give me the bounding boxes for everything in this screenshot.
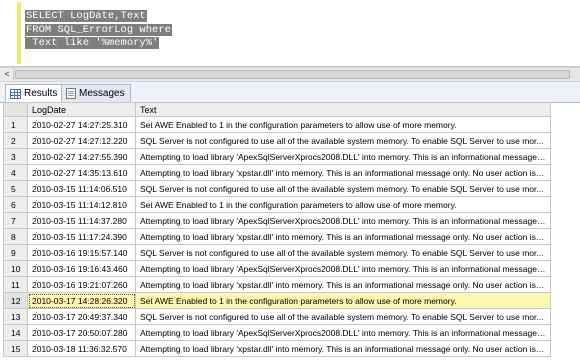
table-row[interactable]: 12 2010-03-17 14:28:26.320 Set AWE Enabled… xyxy=(3,292,551,309)
text-cell[interactable]: Set AWE Enabled to 1 in the configuratio… xyxy=(135,292,551,309)
row-number-cell[interactable]: 4 xyxy=(3,164,28,181)
tab-results-label: Results xyxy=(24,88,58,99)
tab-messages-label: Messages xyxy=(79,87,125,99)
text-cell[interactable]: Attempting to load library 'xpstar.dll' … xyxy=(135,340,551,357)
code-line: FROM SQL_ErrorLog where xyxy=(25,23,172,36)
logdate-cell[interactable]: 2010-02-27 14:27:12.220 xyxy=(27,132,136,149)
messages-icon xyxy=(66,88,76,99)
tab-results[interactable]: Results xyxy=(5,84,64,103)
text-cell[interactable]: Attempting to load library 'ApexSqlServe… xyxy=(135,212,551,229)
row-number-cell[interactable]: 1 xyxy=(3,116,28,133)
row-number-cell[interactable]: 11 xyxy=(3,276,28,293)
text-cell[interactable]: Attempting to load library 'xpstar.dll' … xyxy=(135,228,551,245)
logdate-cell[interactable]: 2010-03-15 11:17:24.390 xyxy=(27,228,136,245)
logdate-cell[interactable]: 2010-03-15 11:14:12.810 xyxy=(27,196,136,213)
logdate-cell[interactable]: 2010-03-15 11:14:06.510 xyxy=(27,180,136,197)
text-cell[interactable]: Set AWE Enabled to 1 in the configuratio… xyxy=(135,196,551,213)
table-row[interactable]: 5 2010-03-15 11:14:06.510 SQL Server is no… xyxy=(3,180,551,197)
row-number-cell[interactable]: 10 xyxy=(3,260,28,277)
text-cell[interactable]: Set AWE Enabled to 1 in the configuratio… xyxy=(135,116,551,133)
table-row[interactable]: 13 2010-03-17 20:49:37.340 SQL Server is n… xyxy=(3,308,551,325)
row-number-cell[interactable]: 14 xyxy=(3,324,28,341)
scroll-thumb[interactable] xyxy=(15,70,570,79)
row-number-cell[interactable]: 9 xyxy=(3,244,28,261)
text-cell[interactable]: Attempting to load library 'xpstar.dll' … xyxy=(135,276,551,293)
table-row[interactable]: 1 2010-02-27 14:27:25.310 Set AWE Enabled … xyxy=(3,116,551,133)
row-number-cell[interactable]: 7 xyxy=(3,212,28,229)
tab-messages[interactable]: Messages xyxy=(61,84,131,102)
column-header-logdate[interactable]: LogDate xyxy=(27,102,136,117)
table-row[interactable]: 3 2010-02-27 14:27:55.390 Attempting to lo… xyxy=(3,148,551,165)
result-tabs: Results Messages xyxy=(0,82,580,103)
logdate-cell[interactable]: 2010-02-27 14:27:55.390 xyxy=(27,148,136,165)
text-cell[interactable]: SQL Server is not configured to use all … xyxy=(135,132,551,149)
table-row[interactable]: 6 2010-03-15 11:14:12.810 Set AWE Enabled … xyxy=(3,196,551,213)
changed-lines-marker xyxy=(17,2,21,64)
text-cell[interactable]: Attempting to load library 'ApexSqlServe… xyxy=(135,324,551,341)
column-header-text[interactable]: Text xyxy=(135,102,551,117)
logdate-cell[interactable]: 2010-02-27 14:35:13.610 xyxy=(27,164,136,181)
table-row[interactable]: 7 2010-03-15 11:14:37.280 Attempting to lo… xyxy=(3,212,551,229)
text-cell[interactable]: Attempting to load library 'ApexSqlServe… xyxy=(135,260,551,277)
table-row[interactable]: 8 2010-03-15 11:17:24.390 Attempting to lo… xyxy=(3,228,551,245)
table-row[interactable]: 4 2010-02-27 14:35:13.610 Attempting to lo… xyxy=(3,164,551,181)
table-row[interactable]: 14 2010-03-17 20:50:07.280 Attempting to l… xyxy=(3,324,551,341)
text-cell[interactable]: SQL Server is not configured to use all … xyxy=(135,244,551,261)
grid-header-row: LogDate Text xyxy=(3,102,551,117)
query-editor[interactable]: SELECT LogDate,Text FROM SQL_ErrorLog whe… xyxy=(0,0,580,67)
row-number-cell[interactable]: 6 xyxy=(3,196,28,213)
grid-icon xyxy=(10,89,21,99)
logdate-cell[interactable]: 2010-03-17 14:28:26.320 xyxy=(27,292,136,309)
table-row[interactable]: 9 2010-03-16 19:15:57.140 SQL Server is no… xyxy=(3,244,551,261)
scroll-left-button[interactable]: < xyxy=(1,68,14,81)
logdate-cell[interactable]: 2010-03-18 11:36:32.570 xyxy=(27,340,136,357)
row-number-cell[interactable]: 3 xyxy=(3,148,28,165)
logdate-cell[interactable]: 2010-03-15 11:14:37.280 xyxy=(27,212,136,229)
row-number-cell[interactable]: 13 xyxy=(3,308,28,325)
text-cell[interactable]: SQL Server is not configured to use all … xyxy=(135,308,551,325)
results-grid[interactable]: LogDate Text 1 2010-02-27 14:27:25.310 Set… xyxy=(3,102,551,357)
logdate-cell[interactable]: 2010-02-27 14:27:25.310 xyxy=(27,116,136,133)
table-row[interactable]: 15 2010-03-18 11:36:32.570 Attempting to l… xyxy=(3,340,551,357)
text-cell[interactable]: SQL Server is not configured to use all … xyxy=(135,180,551,197)
table-row[interactable]: 2 2010-02-27 14:27:12.220 SQL Server is no… xyxy=(3,132,551,149)
row-number-cell[interactable]: 2 xyxy=(3,132,28,149)
logdate-cell[interactable]: 2010-03-17 20:49:37.340 xyxy=(27,308,136,325)
logdate-cell[interactable]: 2010-03-17 20:50:07.280 xyxy=(27,324,136,341)
row-number-cell[interactable]: 12 xyxy=(3,292,28,309)
row-number-cell[interactable]: 15 xyxy=(3,340,28,357)
row-number-cell[interactable]: 5 xyxy=(3,180,28,197)
code-line: Text like '%memory%' xyxy=(25,37,160,49)
text-cell[interactable]: Attempting to load library 'xpstar.dll' … xyxy=(135,164,551,181)
logdate-cell[interactable]: 2010-03-16 19:15:57.140 xyxy=(27,244,136,261)
logdate-cell[interactable]: 2010-03-16 19:16:43.460 xyxy=(27,260,136,277)
grid-corner[interactable] xyxy=(3,102,28,117)
text-cell[interactable]: Attempting to load library 'ApexSqlServe… xyxy=(135,148,551,165)
table-row[interactable]: 10 2010-03-16 19:16:43.460 Attempting to l… xyxy=(3,260,551,277)
sql-code[interactable]: SELECT LogDate,Text FROM SQL_ErrorLog whe… xyxy=(25,10,172,51)
row-number-cell[interactable]: 8 xyxy=(3,228,28,245)
code-line: SELECT LogDate,Text xyxy=(25,10,147,22)
editor-horizontal-scrollbar[interactable]: < xyxy=(0,67,580,82)
logdate-cell[interactable]: 2010-03-16 19:21:07.260 xyxy=(27,276,136,293)
table-row[interactable]: 11 2010-03-16 19:21:07.260 Attempting to l… xyxy=(3,276,551,293)
